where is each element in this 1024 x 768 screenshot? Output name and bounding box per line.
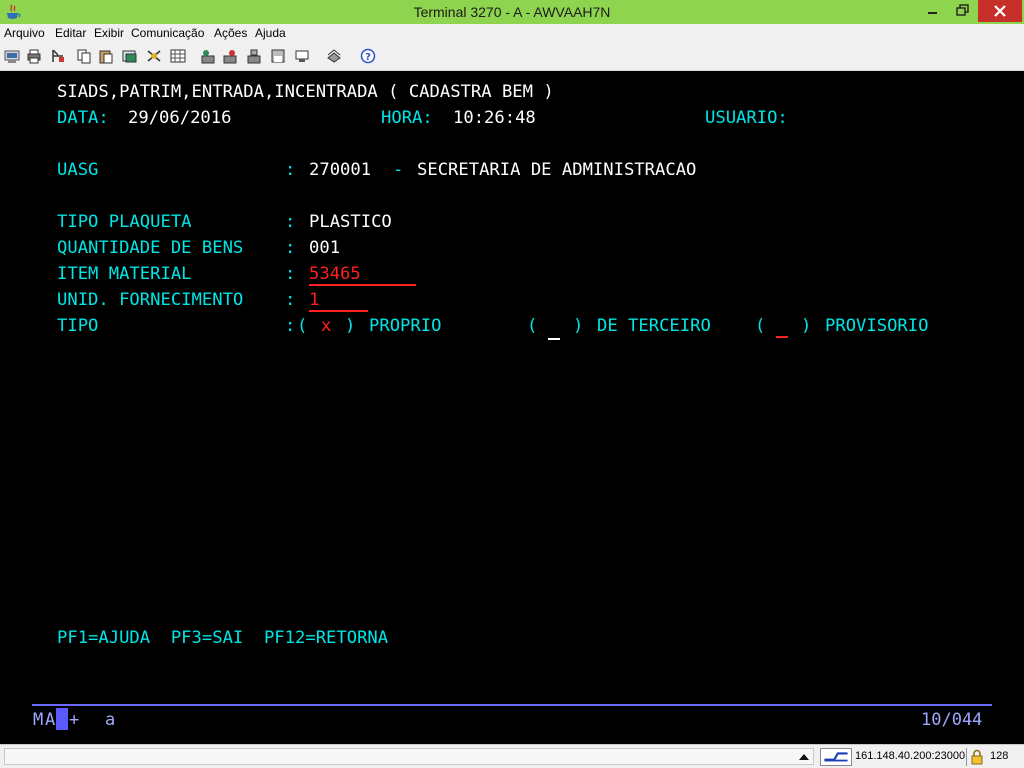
unid-fornecimento-input[interactable]: 1 [309, 290, 319, 310]
proprio-label: PROPRIO [369, 316, 442, 336]
menu-acoes[interactable]: Ações [214, 26, 247, 40]
proprio-open-paren: ( [297, 316, 308, 336]
uasg-code: 270001 [309, 160, 372, 180]
play-macro-icon[interactable] [246, 48, 262, 64]
copy-icon[interactable] [76, 48, 92, 64]
terminal-screen[interactable]: SIADS,PATRIM,ENTRADA,INCENTRADA ( CADAST… [0, 72, 1024, 744]
quantidade-label: QUANTIDADE DE BENS [57, 238, 244, 258]
user-label: USUARIO: [705, 108, 788, 128]
date-label: DATA: [57, 108, 109, 128]
close-icon [994, 5, 1006, 17]
item-material-underline [309, 284, 416, 286]
terceiro-close-paren: ) [573, 316, 584, 336]
screen-header: SIADS,PATRIM,ENTRADA,INCENTRADA ( CADAST… [57, 82, 554, 102]
keypad-icon[interactable] [170, 48, 186, 64]
send-file-icon[interactable] [50, 48, 66, 64]
minimize-icon [928, 12, 937, 14]
clipboard-icon[interactable] [122, 48, 138, 64]
tipo-plaqueta-value: PLASTICO [309, 212, 392, 232]
record-macro-icon[interactable] [200, 48, 216, 64]
oia-mode-a: A [45, 710, 56, 730]
tipo-plaqueta-colon: : [285, 212, 296, 232]
menu-ajuda[interactable]: Ajuda [255, 26, 286, 40]
item-material-input[interactable]: 53465 [309, 264, 361, 284]
unid-fornecimento-label: UNID. FORNECIMENTO [57, 290, 244, 310]
oia-small-a: a [105, 710, 116, 730]
terceiro-open-paren: ( [527, 316, 538, 336]
terceiro-label: DE TERCEIRO [597, 316, 711, 336]
provisorio-open-paren: ( [755, 316, 766, 336]
quantidade-colon: : [285, 238, 296, 258]
disk-icon[interactable] [270, 48, 286, 64]
item-material-colon: : [285, 264, 296, 284]
menu-comunicacao[interactable]: Comunicação [131, 26, 204, 40]
oia-plus: + [69, 710, 80, 730]
oia-mode-m: M [33, 710, 44, 730]
status-separator [966, 748, 967, 766]
status-message-area [4, 748, 814, 765]
minimize-button[interactable] [918, 0, 948, 22]
host-address: 161.148.40.200:23000 [855, 750, 966, 762]
time-label: HORA: [381, 108, 433, 128]
proprio-close-paren: ) [345, 316, 356, 336]
display-icon[interactable] [294, 48, 310, 64]
cursor-block [56, 708, 68, 730]
menu-arquivo[interactable]: Arquivo [4, 26, 45, 40]
title-bar[interactable]: Terminal 3270 - A - AWVAAH7N [0, 0, 1024, 24]
restore-button[interactable] [948, 0, 978, 22]
scroll-up-arrow-icon[interactable] [796, 749, 812, 764]
close-button[interactable] [978, 0, 1022, 22]
pf-keys-help: PF1=AJUDA PF3=SAI PF12=RETORNA [57, 628, 389, 648]
help-icon[interactable]: ? [360, 48, 376, 64]
stop-macro-icon[interactable] [222, 48, 238, 64]
unid-fornecimento-colon: : [285, 290, 296, 310]
connection-status-icon [820, 748, 852, 766]
macro-icon[interactable] [146, 48, 162, 64]
menu-editar[interactable]: Editar [55, 26, 86, 40]
tipo-plaqueta-label: TIPO PLAQUETA [57, 212, 192, 232]
uasg-name: SECRETARIA DE ADMINISTRACAO [417, 160, 697, 180]
proprio-radio[interactable]: x [321, 316, 331, 336]
provisorio-close-paren: ) [801, 316, 812, 336]
tipo-label: TIPO [57, 316, 99, 336]
menu-exibir[interactable]: Exibir [94, 26, 124, 40]
uasg-colon: : [285, 160, 296, 180]
time-value: 10:26:48 [453, 108, 536, 128]
print-icon[interactable] [26, 48, 42, 64]
window-title: Terminal 3270 - A - AWVAAH7N [413, 4, 611, 20]
terceiro-radio[interactable] [548, 338, 560, 340]
cursor-position: 10/044 [921, 710, 983, 730]
uasg-dash: - [393, 160, 404, 180]
svg-text:?: ? [365, 52, 371, 63]
date-value: 29/06/2016 [128, 108, 232, 128]
unid-fornecimento-underline [309, 310, 368, 312]
restore-icon [956, 4, 969, 16]
provisorio-radio[interactable] [776, 336, 788, 338]
toolbar: ? [0, 43, 1024, 71]
options-icon[interactable] [326, 48, 342, 64]
oia-separator [32, 704, 992, 706]
paste-icon[interactable] [98, 48, 114, 64]
quantidade-value: 001 [309, 238, 341, 258]
encryption-bits: 128 [990, 750, 1009, 762]
print-screen-icon[interactable] [4, 48, 20, 64]
uasg-label: UASG [57, 160, 99, 180]
status-bar: 161.148.40.200:23000 128 [0, 744, 1024, 768]
menu-bar: Arquivo Editar Exibir Comunicação Ações … [0, 24, 1024, 43]
tipo-colon: : [285, 316, 296, 336]
item-material-label: ITEM MATERIAL [57, 264, 192, 284]
provisorio-label: PROVISORIO [825, 316, 929, 336]
lock-icon [971, 749, 983, 765]
